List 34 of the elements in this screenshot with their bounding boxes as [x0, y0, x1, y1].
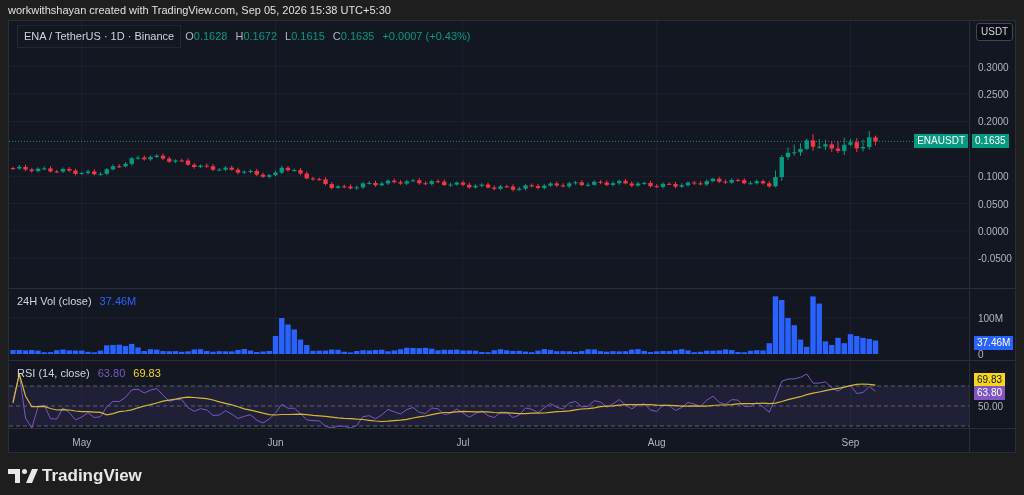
- indicator-title: RSI (14, close): [17, 366, 90, 381]
- month-label: Aug: [647, 436, 666, 450]
- indicator-value: 63.80: [97, 366, 126, 381]
- ohlc-value: C0.1635: [332, 29, 375, 44]
- axis-label: 0.3000: [978, 60, 1009, 75]
- ohlc-value: H0.1672: [235, 29, 278, 44]
- ohlc-value: O0.1628: [185, 29, 228, 44]
- axis-label: 100M: [978, 311, 1003, 326]
- price-change: +0.0007 (+0.43%): [382, 29, 471, 44]
- axis-label: 0.0000: [978, 224, 1009, 239]
- attribution-text: workwithshayan created with TradingView.com, Sep 05, 2026 15:38 UTC+5:30: [7, 3, 392, 18]
- month-label: Jul: [456, 436, 470, 450]
- axis-label: -0.0500: [978, 251, 1012, 266]
- indicator-value: 37.46M: [99, 294, 137, 309]
- axis-label: 50.00: [978, 399, 1004, 414]
- axis-label: 0.0500: [978, 197, 1009, 212]
- indicator-title: 24H Vol (close): [17, 294, 92, 309]
- symbol-title: ENA / TetherUS · 1D · Binance: [17, 25, 182, 48]
- rsi-tag: 63.80: [974, 386, 1006, 400]
- month-label: May: [72, 436, 92, 450]
- logo-text: TradingView: [42, 465, 142, 487]
- axis-label: 0.2500: [978, 87, 1009, 102]
- ohlc-value: L0.1615: [285, 29, 325, 44]
- currency-button[interactable]: USDT: [976, 23, 1013, 41]
- month-label: Sep: [841, 436, 860, 450]
- month-label: Jun: [267, 436, 284, 450]
- symbol-price-tag: ENAUSDT: [914, 134, 968, 149]
- axis-label: 0: [978, 347, 984, 362]
- axis-label: 0.2000: [978, 114, 1009, 129]
- indicator-value: 69.83: [133, 366, 161, 381]
- axis-label: 0.1000: [978, 169, 1009, 184]
- volume-tag: 37.46M: [974, 335, 1014, 350]
- rsi-average-tag: 69.83: [974, 373, 1006, 387]
- price-tag: 0.1635: [972, 134, 1009, 149]
